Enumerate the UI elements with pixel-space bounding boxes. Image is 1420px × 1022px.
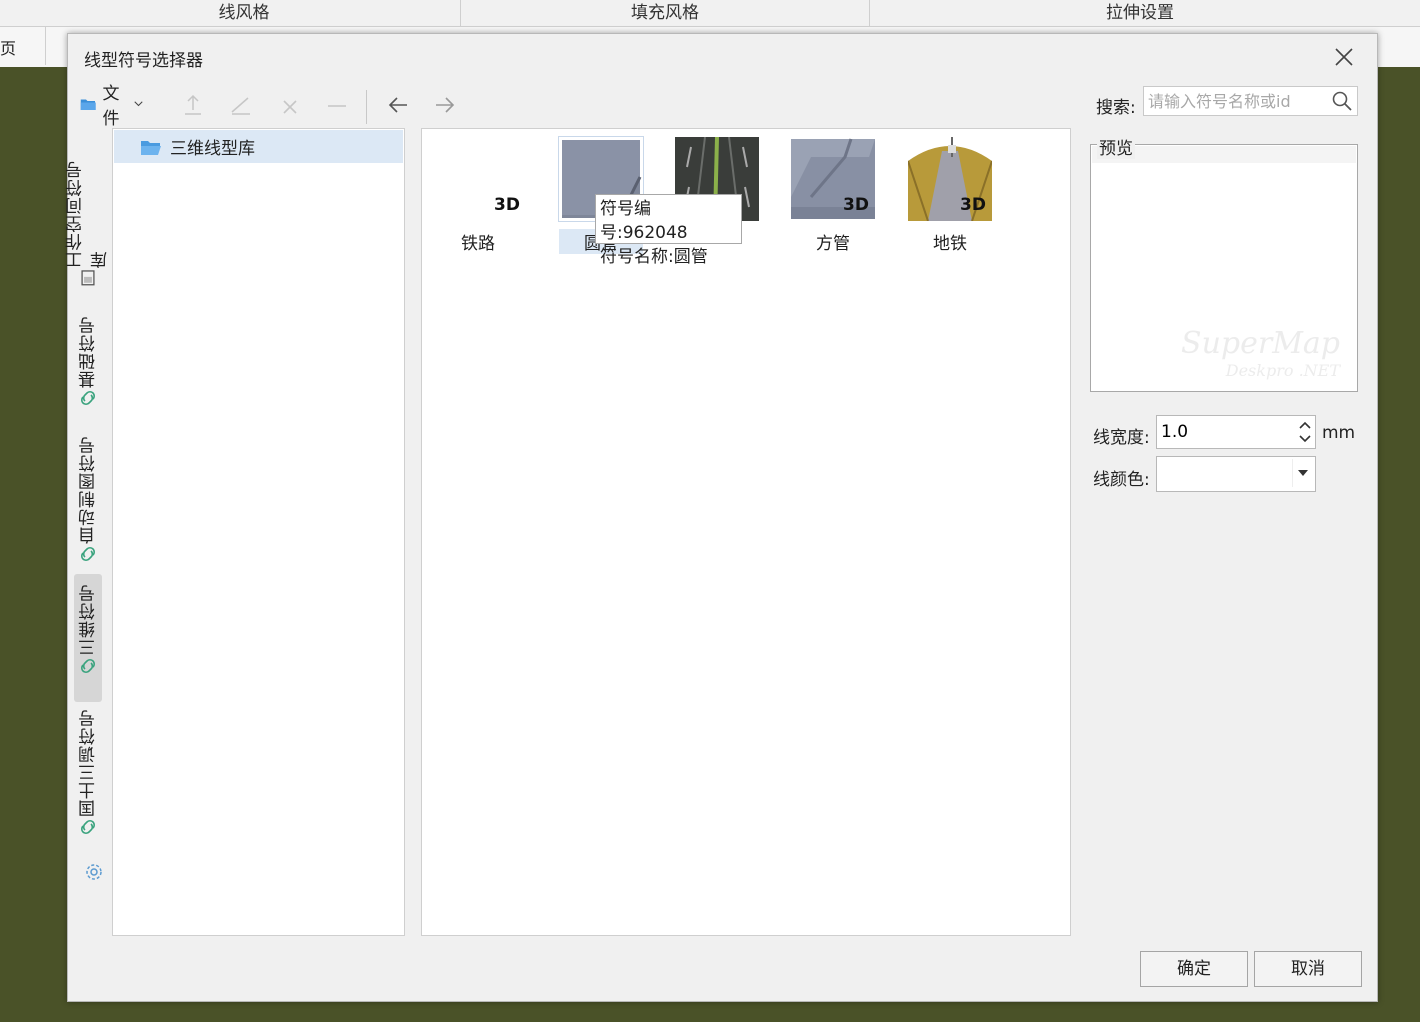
side-tab-3d[interactable]: 三维符号 [74,574,102,702]
side-tab-land-survey[interactable]: 国土三调符号 [74,709,102,871]
spinner-arrows-icon[interactable] [1297,418,1313,446]
line-color-dropdown[interactable] [1156,456,1316,492]
search-label: 搜索: [1096,98,1136,118]
rename-icon[interactable] [228,92,254,118]
symbol-item-railway[interactable]: 3D 铁路 [442,137,526,255]
search-input[interactable] [1146,87,1330,115]
side-tab-label: 自动制图符号 [78,436,99,544]
ok-button[interactable]: 确定 [1140,951,1248,987]
dialog-title: 线型符号选择器 [84,51,203,71]
3d-badge: 3D [960,195,986,215]
divider [45,27,46,65]
side-tab-basic[interactable]: 基础符号 [74,316,102,444]
cancel-button[interactable]: 取消 [1254,951,1362,987]
line-width-stepper [1156,415,1316,449]
minus-icon[interactable] [324,92,350,118]
watermark-logo-text: SuperMap [1181,326,1340,361]
symbol-item-subway[interactable]: 3D 地铁 [908,137,992,255]
file-menu-label: 文件 [102,84,120,129]
preview-panel: SuperMap Deskpro .NET [1090,144,1358,392]
up-icon[interactable] [180,92,206,118]
tooltip-symbol-id: 符号编号:962048 [600,199,688,243]
search-icon[interactable] [1331,90,1353,112]
file-menu-button[interactable]: 文件 [80,84,143,129]
symbol-tooltip: 符号编号:962048 符号名称:圆管 [595,194,742,267]
3d-badge: 3D [494,195,520,215]
link-icon [80,658,96,674]
column-header-extrude-settings[interactable]: 拉伸设置 [870,0,1410,26]
side-tab-label: 三维符号 [78,584,99,656]
tree-item-label: 三维线型库 [170,139,255,159]
folder-icon [80,99,96,110]
side-tab-label: 国土三调符号 [78,709,99,817]
side-tab-bar: 工作空间符号库 基础符号 自动制图符号 三维符号 国土三调符号 [66,126,111,886]
forward-arrow-icon[interactable] [432,92,458,118]
toolbar-divider [366,90,367,124]
line-symbol-selector-dialog: 线型符号选择器 文件 搜索: 工作空间符号库 基础符号 自动制 [66,33,1378,1002]
line-color-label: 线颜色: [1093,470,1150,490]
line-width-label: 线宽度: [1093,428,1150,448]
line-width-unit: mm [1322,423,1356,443]
symbol-name: 方管 [816,234,850,254]
line-width-input[interactable] [1159,417,1283,447]
side-tab-label: 工作空间符号库 [66,160,111,269]
link-icon [80,819,96,835]
symbol-name: 铁路 [461,234,495,254]
symbol-grid: 3D 铁路 圆管 3D 方管 3D 地铁 符号编号:962048 符号名称:圆管 [421,128,1071,936]
symbol-name: 地铁 [933,234,967,254]
search-box [1143,86,1358,116]
link-icon [80,546,96,562]
column-header-fill-style[interactable]: 填充风格 [461,0,870,26]
watermark: SuperMap Deskpro .NET [1181,326,1340,380]
delete-icon[interactable] [277,92,303,118]
watermark-sub-text: Deskpro .NET [1225,361,1340,380]
close-button[interactable] [1331,44,1357,70]
side-tab-label: 基础符号 [78,316,99,388]
tooltip-symbol-name: 符号名称:圆管 [600,247,708,267]
close-icon [1335,48,1353,66]
workspace-icon [81,270,95,286]
back-arrow-icon[interactable] [385,92,411,118]
column-header-line-style[interactable]: 线风格 [28,0,461,26]
background-app-header: 线风格 填充风格 拉伸设置 [0,0,1420,27]
3d-badge: 3D [843,195,869,215]
preview-canvas: SuperMap Deskpro .NET [1092,163,1356,390]
tree-item-3d-line-library[interactable]: 三维线型库 [114,130,403,163]
side-tab-workspace[interactable]: 工作空间符号库 [66,144,111,292]
symbol-item-square-tube[interactable]: 3D 方管 [791,137,875,255]
preview-label: 预览 [1097,134,1135,159]
link-icon [80,390,96,406]
page-fragment-label: 页 [0,39,17,58]
gear-icon[interactable] [84,862,104,882]
chevron-down-icon [134,101,143,107]
symbol-library-tree: 三维线型库 [112,128,405,936]
triangle-down-icon [1298,470,1308,476]
dropdown-arrow[interactable] [1292,459,1313,487]
folder-open-icon [141,140,161,155]
